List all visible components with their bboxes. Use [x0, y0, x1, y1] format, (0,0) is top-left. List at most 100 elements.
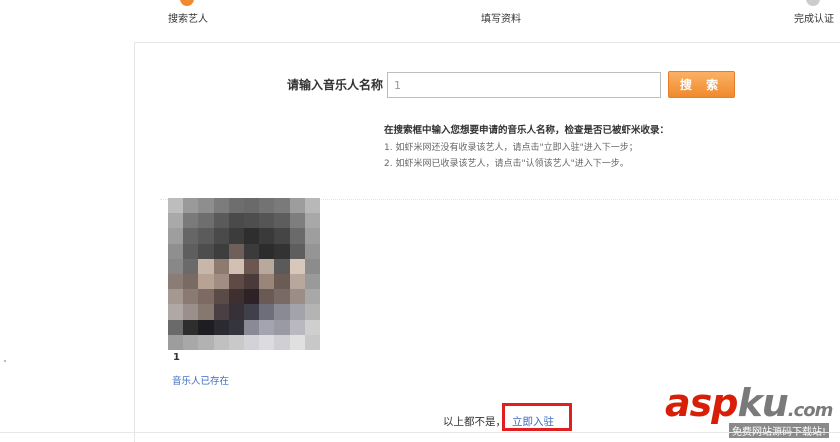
- avatar-pixel: [259, 289, 275, 305]
- avatar-pixel: [213, 198, 229, 214]
- avatar-pixel: [259, 258, 275, 274]
- avatar-pixel: [289, 304, 305, 320]
- step-dot-inactive: [806, 0, 820, 6]
- avatar-pixel: [198, 319, 214, 335]
- tips-title: 在搜索框中输入您想要申请的音乐人名称，检查是否已被虾米收录：: [384, 125, 670, 136]
- watermark-brand: aspku.com: [665, 381, 834, 425]
- avatar-pixel: [289, 258, 305, 274]
- watermark-subtitle: 免费网站源码下载站!: [729, 423, 830, 438]
- avatar-pixel: [243, 243, 260, 259]
- avatar-pixel: [289, 228, 305, 244]
- avatar-pixel: [213, 289, 229, 305]
- avatar-pixel: [183, 243, 199, 259]
- avatar-pixel: [243, 304, 260, 320]
- avatar-pixel: [183, 213, 199, 229]
- avatar-pixel: [228, 273, 244, 290]
- avatar-pixel: [243, 273, 260, 290]
- avatar-pixel: [274, 334, 290, 350]
- avatar-pixel: [183, 228, 199, 244]
- avatar-pixel: [183, 198, 199, 214]
- avatar-pixel: [274, 273, 290, 290]
- avatar-pixel: [304, 304, 320, 320]
- avatar-pixel: [274, 228, 290, 244]
- avatar-pixel: [228, 319, 244, 335]
- avatar-pixel: [259, 213, 275, 229]
- avatar-pixel: [213, 228, 229, 244]
- progress-steps: 搜索艺人 填写资料 完成认证: [0, 0, 840, 40]
- avatar-pixel: [243, 198, 260, 214]
- avatar-pixel: [168, 289, 184, 305]
- avatar-pixel: [304, 198, 320, 214]
- avatar-pixel: [213, 258, 229, 274]
- avatar-pixel: [228, 213, 244, 229]
- avatar-pixel: [213, 243, 229, 259]
- watermark-brand-red: asp: [665, 381, 738, 425]
- avatar-pixel: [289, 243, 305, 259]
- avatar-pixel: [274, 289, 290, 305]
- avatar-pixel: [168, 273, 184, 290]
- avatar-pixel: [213, 304, 229, 320]
- watermark-brand-gray: ku: [737, 381, 788, 425]
- step-label-fill-info: 填写资料: [481, 14, 521, 25]
- avatar-pixel: [289, 289, 305, 305]
- artist-avatar[interactable]: [168, 198, 320, 350]
- avatar-pixel: [183, 319, 199, 335]
- avatar-pixel: [259, 273, 275, 290]
- avatar-pixel: [259, 243, 275, 259]
- avatar-pixel: [304, 243, 320, 259]
- avatar-pixel: [274, 198, 290, 214]
- avatar-pixel: [304, 258, 320, 274]
- avatar-pixel: [168, 319, 184, 335]
- step-label-search: 搜索艺人: [168, 14, 208, 25]
- avatar-pixel: [304, 228, 320, 244]
- avatar-pixel: [228, 258, 244, 274]
- avatar-pixel: [198, 334, 214, 350]
- tip-line-1: 1. 如虾米网还没有收录该艺人，请点击"立即入驻"进入下一步；: [384, 143, 638, 153]
- avatar-pixel: [198, 213, 214, 229]
- avatar-pixel: [228, 228, 244, 244]
- avatar-pixel: [198, 243, 214, 259]
- avatar-pixel: [183, 334, 199, 350]
- bottom-border: [0, 432, 840, 433]
- watermark-domain: .com: [787, 400, 834, 421]
- avatar-pixel: [168, 213, 184, 229]
- avatar-pixel: [228, 334, 244, 350]
- avatar-pixel: [228, 289, 244, 305]
- decor-dot: [4, 360, 6, 362]
- highlight-box: [502, 403, 572, 431]
- avatar-pixel: [183, 273, 199, 290]
- avatar-pixel: [198, 198, 214, 214]
- avatar-pixel: [213, 273, 229, 290]
- tip-line-2: 2. 如虾米网已收录该艺人，请点击"认领该艺人"进入下一步。: [384, 159, 629, 169]
- avatar-pixel: [168, 258, 184, 274]
- step-label-complete: 完成认证: [794, 14, 834, 25]
- avatar-pixel: [198, 273, 214, 290]
- search-label: 请输入音乐人名称: [287, 78, 384, 92]
- avatar-pixel: [259, 319, 275, 335]
- avatar-pixel: [274, 258, 290, 274]
- avatar-pixel: [259, 198, 275, 214]
- avatar-pixel: [304, 334, 320, 350]
- avatar-pixel: [304, 213, 320, 229]
- avatar-pixel: [243, 258, 260, 274]
- avatar-pixel: [228, 304, 244, 320]
- avatar-pixel: [168, 228, 184, 244]
- footer-text: 以上都不是，: [443, 416, 506, 428]
- avatar-pixel: [289, 334, 305, 350]
- avatar-pixel: [198, 289, 214, 305]
- avatar-pixel: [304, 319, 320, 335]
- artist-name[interactable]: 1: [173, 352, 180, 363]
- avatar-pixel: [289, 273, 305, 290]
- avatar-pixel: [183, 289, 199, 305]
- avatar-pixel: [168, 334, 184, 350]
- avatar-pixel: [259, 228, 275, 244]
- avatar-pixel: [274, 213, 290, 229]
- avatar-pixel: [198, 258, 214, 274]
- avatar-pixel: [243, 334, 260, 350]
- search-button[interactable]: 搜 索: [668, 71, 735, 98]
- artist-exists-link[interactable]: 音乐人已存在: [172, 373, 229, 387]
- search-input[interactable]: [387, 72, 661, 98]
- avatar-pixel: [243, 228, 260, 244]
- avatar-pixel: [243, 213, 260, 229]
- avatar-pixel: [198, 228, 214, 244]
